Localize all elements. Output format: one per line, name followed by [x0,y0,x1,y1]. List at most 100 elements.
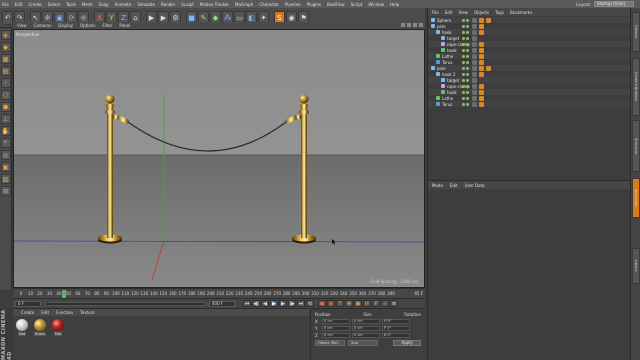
enable-check-icon[interactable] [472,29,477,35]
enable-check-icon[interactable] [472,65,477,71]
viewport-menu-options[interactable]: Options [80,23,95,28]
menu-item-select[interactable]: Select [48,2,60,7]
menu-item-script[interactable]: Script [351,2,363,7]
render-visibility-dot-icon[interactable] [466,24,469,28]
object-tag-icon[interactable] [486,65,491,71]
render-visibility-dot-icon[interactable] [466,66,469,70]
make-editable-icon[interactable]: ◈ [0,30,11,40]
editor-visibility-dot-icon[interactable] [462,48,465,52]
tab-content-browser[interactable]: Content Browser [632,58,640,116]
visibility-flags[interactable] [462,90,469,94]
menu-item-motion-tracker[interactable]: Motion Tracker [200,2,229,7]
enable-check-icon[interactable] [472,47,477,53]
axis-mode-icon[interactable]: ⊥ [0,114,11,124]
start-frame-field[interactable]: 0 F [15,300,41,307]
rotation-field[interactable]: P 0° [382,326,410,331]
editor-visibility-dot-icon[interactable] [462,66,465,70]
viewport-menu-cameras[interactable]: Cameras [34,23,52,28]
object-menu-bookmarks[interactable]: Bookmarks [510,10,532,15]
object-tag-icon[interactable] [479,17,484,23]
render-visibility-dot-icon[interactable] [466,30,469,34]
visibility-flags[interactable] [462,78,469,82]
object-tag-icon[interactable] [479,47,484,53]
enable-check-icon[interactable] [472,35,477,41]
material-swatch[interactable]: Brass [33,319,47,336]
parameter-key-icon[interactable]: P [372,300,380,307]
visibility-flags[interactable] [462,102,469,106]
autokey-icon[interactable]: ◉ [327,300,335,307]
object-axis-icon[interactable]: ⊞ [0,186,11,196]
editor-visibility-dot-icon[interactable] [462,102,465,106]
tweak-mode-icon[interactable]: ✋ [0,126,11,136]
zoom-icon[interactable] [407,23,411,27]
timeline-ruler[interactable]: 45 F 0 10 20 30 40 50 60 70 80 90 100 110 120 130 140 1… [13,288,425,298]
timeline-menu-icon[interactable]: ≡ [390,300,398,307]
object-tag-icon[interactable] [479,29,484,35]
visibility-flags[interactable] [462,30,469,34]
editor-visibility-dot-icon[interactable] [462,18,465,22]
visibility-flags[interactable] [462,54,469,58]
enable-check-icon[interactable] [472,23,477,29]
editor-visibility-dot-icon[interactable] [462,24,465,28]
layout-dropdown[interactable]: Startup (User) [594,1,634,7]
enable-check-icon[interactable] [472,95,477,101]
visibility-flags[interactable] [462,18,469,22]
menu-item-window[interactable]: Window [368,2,384,7]
editor-visibility-dot-icon[interactable] [462,90,465,94]
menu-item-plugins[interactable]: Plugins [307,2,321,7]
visibility-flags[interactable] [462,42,469,46]
render-visibility-dot-icon[interactable] [466,90,469,94]
tab-attributes[interactable]: Attributes [632,178,640,218]
viewport-menu-display[interactable]: Display [58,23,73,28]
object-menu-file[interactable]: File [432,10,439,15]
viewport-menu-view[interactable]: View [17,23,27,28]
attribute-menu-mode[interactable]: Mode [432,183,443,188]
model-mode-icon[interactable]: ◆ [0,42,11,52]
editor-visibility-dot-icon[interactable] [462,42,465,46]
edges-mode-icon[interactable]: ⬡ [0,90,11,100]
attribute-menu-user-data[interactable]: User Data [465,183,485,188]
menu-item-render[interactable]: Render [161,2,175,7]
tab-structure[interactable]: Structure [632,120,640,172]
menu-item-simulate[interactable]: Simulate [137,2,155,7]
enable-check-icon[interactable] [472,71,477,77]
menu-item-snap[interactable]: Snap [98,2,108,7]
object-tag-icon[interactable] [479,83,484,89]
material-swatch[interactable]: Mat [51,319,65,336]
position-field[interactable]: 0 cm [322,319,350,324]
material-swatch[interactable]: Mat [15,319,29,336]
visibility-flags[interactable] [462,72,469,76]
enable-check-icon[interactable] [472,77,477,83]
material-menu-function[interactable]: Function [56,310,73,315]
render-visibility-dot-icon[interactable] [466,72,469,76]
tab-objects[interactable]: Objects [632,12,640,52]
workplane-mode-icon[interactable]: ▤ [0,66,11,76]
object-tag-icon[interactable] [479,95,484,101]
position-field[interactable]: 0 cm [322,333,350,338]
editor-visibility-dot-icon[interactable] [462,36,465,40]
position-key-icon[interactable]: ✥ [345,300,353,307]
render-visibility-dot-icon[interactable] [466,102,469,106]
material-menu-create[interactable]: Create [21,310,34,315]
visibility-flags[interactable] [462,66,469,70]
enable-check-icon[interactable] [472,41,477,47]
editor-visibility-dot-icon[interactable] [462,84,465,88]
polygons-mode-icon[interactable]: ⬢ [0,102,11,112]
next-key-icon[interactable]: |▶ [288,300,296,307]
size-field[interactable]: 0 cm [352,326,380,331]
render-visibility-dot-icon[interactable] [466,84,469,88]
editor-visibility-dot-icon[interactable] [462,72,465,76]
rotation-field[interactable]: H 0° [382,319,410,324]
enable-check-icon[interactable] [472,53,477,59]
editor-visibility-dot-icon[interactable] [462,96,465,100]
go-to-start-icon[interactable]: ⏮ [243,300,251,307]
snap-mode-icon[interactable]: ⌖ [0,138,11,148]
apply-button[interactable]: Apply [393,340,421,346]
enable-check-icon[interactable] [472,17,477,23]
point-level-animation-icon[interactable]: ⁘ [381,300,389,307]
render-visibility-dot-icon[interactable] [466,96,469,100]
menu-item-edit[interactable]: Edit [15,2,23,7]
menu-item-mesh[interactable]: Mesh [82,2,93,7]
size-field[interactable]: 0 cm [352,333,380,338]
visibility-flags[interactable] [462,24,469,28]
